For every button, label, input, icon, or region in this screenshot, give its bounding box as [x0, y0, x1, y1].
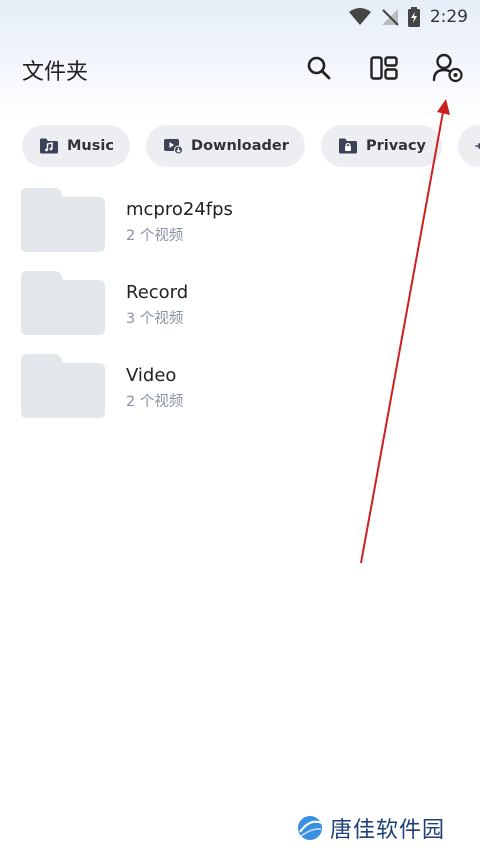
wifi-icon — [348, 8, 371, 25]
folder-list: mcpro24fps 2 个视频 Record 3 个视频 Video 2 个视… — [0, 186, 480, 435]
share-icon — [475, 142, 480, 150]
category-chips: Music Downloader Privacy Sh — [22, 125, 480, 169]
watermark: 唐佳软件园 — [296, 812, 445, 844]
watermark-text: 唐佳软件园 — [330, 818, 446, 843]
account-settings-icon — [432, 53, 463, 83]
folder-video-count: 2 个视频 — [126, 394, 184, 410]
folder-item[interactable]: Video 2 个视频 — [0, 352, 480, 435]
privacy-lock-icon — [338, 138, 357, 154]
music-folder-icon — [40, 138, 58, 154]
folder-video-count: 2 个视频 — [126, 228, 184, 244]
status-bar: 2:29 — [0, 0, 480, 34]
folder-name: Video — [126, 365, 177, 386]
folder-name: mcpro24fps — [126, 199, 233, 220]
layout-button[interactable] — [366, 50, 402, 86]
layout-icon — [370, 56, 398, 80]
folder-icon — [21, 271, 105, 335]
chip-label: Music — [67, 138, 114, 154]
page-title: 文件夹 — [22, 60, 89, 85]
chip-label: Downloader — [191, 138, 289, 154]
search-button[interactable] — [301, 50, 337, 86]
chip-downloader[interactable]: Downloader — [146, 125, 305, 167]
search-icon — [307, 56, 331, 80]
folder-item[interactable]: mcpro24fps 2 个视频 — [0, 186, 480, 269]
chip-label: Privacy — [365, 138, 426, 154]
folder-video-count: 3 个视频 — [126, 311, 184, 327]
battery-charging-icon — [407, 7, 420, 27]
chip-music[interactable]: Music — [22, 125, 130, 167]
status-time: 2:29 — [429, 7, 468, 27]
account-settings-button[interactable] — [430, 50, 466, 86]
chip-share[interactable]: Sh — [458, 125, 480, 167]
chip-privacy[interactable]: Privacy — [320, 125, 442, 167]
folder-item[interactable]: Record 3 个视频 — [0, 269, 480, 352]
downloader-icon — [164, 139, 184, 154]
folder-icon — [21, 354, 105, 418]
app-bar: 文件夹 — [0, 44, 480, 94]
watermark-logo-icon — [298, 816, 323, 840]
folder-icon — [21, 188, 105, 252]
no-signal-icon — [381, 9, 399, 26]
folder-name: Record — [126, 282, 189, 303]
